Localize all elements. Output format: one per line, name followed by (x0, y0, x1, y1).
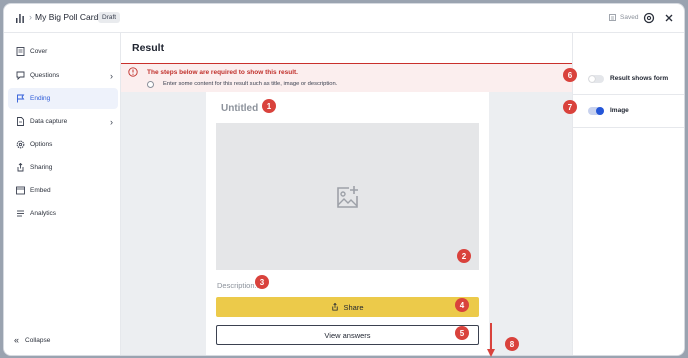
sidebar-item-questions[interactable]: Questions › (8, 65, 118, 86)
chevron-right-icon: › (110, 70, 113, 81)
sidebar-item-label: Ending (30, 95, 51, 102)
annotation-badge-8: 8 (505, 337, 519, 351)
breadcrumb-separator: › (29, 12, 32, 22)
sidebar-item-embed[interactable]: Embed (8, 180, 118, 201)
share-button-label: Share (343, 302, 364, 312)
view-answers-button[interactable]: View answers (216, 325, 479, 345)
app-window: › My Big Poll Card › Draft Saved Cover Q… (3, 3, 685, 356)
add-image-icon (337, 186, 358, 208)
flag-icon (17, 94, 25, 103)
bar-chart-icon[interactable] (15, 13, 25, 23)
alert-title: The steps below are required to show thi… (147, 69, 298, 76)
result-shows-form-toggle[interactable] (588, 75, 604, 83)
share-button[interactable]: Share (216, 297, 479, 317)
sidebar-item-label: Data capture (30, 118, 68, 125)
image-toggle[interactable] (588, 107, 604, 115)
image-placeholder[interactable] (216, 123, 479, 270)
image-row: Image (573, 95, 684, 128)
status-badge: Draft (98, 12, 121, 23)
sidebar-item-label: Sharing (30, 164, 53, 171)
annotation-badge-5: 5 (455, 326, 469, 340)
result-title: Result (132, 42, 165, 54)
annotation-badge-4: 4 (455, 298, 469, 312)
required-steps-alert: The steps below are required to show thi… (121, 64, 572, 92)
sidebar-item-analytics[interactable]: Analytics (8, 203, 118, 224)
annotation-badge-3: 3 (255, 275, 269, 289)
breadcrumb-separator: › (93, 12, 96, 22)
settings-icon[interactable] (643, 12, 655, 24)
saved-indicator: Saved (609, 14, 638, 21)
scroll-arrow-icon (487, 323, 495, 357)
list-icon (17, 210, 24, 217)
alert-circle-icon (128, 67, 138, 77)
close-icon[interactable] (663, 12, 675, 24)
sidebar-item-options[interactable]: Options (8, 134, 118, 155)
annotation-badge-7: 7 (563, 100, 577, 114)
share-icon (17, 163, 24, 172)
right-panel: Result shows form Image (572, 33, 684, 355)
annotation-badge-1: 1 (262, 99, 276, 113)
sidebar-item-cover[interactable]: Cover (8, 41, 118, 62)
sidebar-item-data-capture[interactable]: Data capture › (8, 111, 118, 132)
result-card-preview: Untitled Description... Share View answe… (206, 92, 489, 355)
result-card-title[interactable]: Untitled (221, 103, 258, 114)
sidebar-item-label: Analytics (30, 210, 57, 217)
page-icon (16, 47, 25, 56)
sidebar-item-label: Cover (30, 48, 48, 55)
image-label: Image (610, 107, 629, 114)
chevron-right-icon: › (110, 116, 113, 127)
view-answers-label: View answers (324, 330, 371, 340)
sidebar-item-label: Options (30, 141, 53, 148)
embed-icon (16, 186, 25, 195)
saved-label: Saved (620, 14, 639, 21)
result-shows-form-label: Result shows form (610, 75, 669, 82)
alert-step-text: Enter some content for this result such … (163, 81, 338, 87)
main-content: Result The steps below are required to s… (121, 33, 572, 355)
gear-icon (16, 140, 25, 149)
annotation-badge-6: 6 (563, 68, 577, 82)
collapse-button[interactable]: « Collapse (14, 335, 50, 345)
sidebar-item-ending[interactable]: Ending (8, 88, 118, 109)
chat-icon (16, 71, 25, 80)
result-shows-form-row: Result shows form (573, 62, 684, 95)
double-chevron-left-icon: « (14, 335, 20, 345)
result-header: Result (121, 33, 572, 64)
top-bar: › My Big Poll Card › Draft Saved (4, 4, 684, 33)
step-checkbox (147, 81, 154, 88)
collapse-label: Collapse (25, 336, 51, 344)
sidebar-item-label: Embed (30, 187, 51, 194)
share-icon (332, 303, 339, 311)
annotation-badge-2: 2 (457, 249, 471, 263)
sidebar-item-sharing[interactable]: Sharing (8, 157, 118, 178)
saved-icon (609, 14, 616, 21)
sidebar: Cover Questions › Ending Data capture › … (4, 33, 121, 355)
page-title: My Big Poll Card (35, 12, 99, 22)
document-icon (17, 117, 24, 126)
sidebar-item-label: Questions (30, 72, 60, 79)
